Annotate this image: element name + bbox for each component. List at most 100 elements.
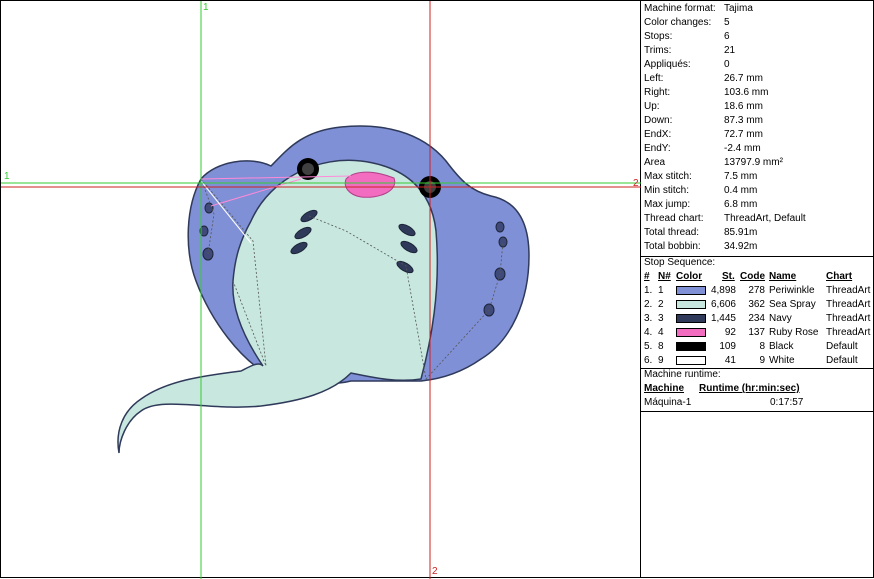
summary-label: Min stitch: (644, 185, 690, 196)
summary-label: Total thread: (644, 227, 700, 238)
divider (641, 411, 874, 412)
summary-label: Max jump: (644, 199, 691, 210)
stop-index: 2. (644, 299, 653, 310)
stingray-belly (117, 159, 439, 454)
stop-stitches: 41 (724, 355, 736, 366)
summary-label: Area (644, 157, 666, 168)
horizontal-guide-1-label: 1 (4, 171, 10, 182)
summary-value: 34.92m (724, 241, 758, 252)
summary-value: Tajima (724, 3, 753, 14)
summary-value: 85.91m (724, 227, 758, 238)
design-info-panel: Machine format: Tajima Color changes: 5 Stop… (641, 0, 874, 578)
stop-chart: ThreadArt (826, 327, 871, 338)
summary-label: EndX: (644, 129, 672, 140)
design-canvas[interactable]: 1 1 2 2 (0, 0, 642, 579)
design-preview (1, 1, 642, 579)
color-swatch (676, 286, 706, 295)
stop-stitches: 6,606 (710, 299, 736, 310)
stop-needle: 9 (658, 355, 664, 366)
runtime-value: 0:17:57 (770, 397, 804, 408)
summary-value: 7.5 mm (724, 171, 758, 182)
header-chart: Chart (826, 271, 853, 282)
stop-code: 362 (748, 299, 765, 310)
summary-label: Total bobbin: (644, 241, 701, 252)
summary-value: 0.4 mm (724, 185, 758, 196)
color-swatch (676, 342, 706, 351)
header-color: Color (676, 271, 703, 282)
header-machine: Machine (644, 383, 685, 394)
stop-row[interactable]: 2. 2 6,606 362 Sea Spray ThreadArt (644, 298, 872, 312)
summary-value: 18.6 mm (724, 101, 763, 112)
summary-label: Up: (644, 101, 660, 112)
header-runtime: Runtime (hr:min:sec) (699, 383, 800, 394)
summary-value: 87.3 mm (724, 115, 763, 126)
stop-row[interactable]: 1. 1 4,898 278 Periwinkle ThreadArt (644, 284, 872, 298)
summary-value: 5 (724, 17, 730, 28)
stop-code: 278 (748, 285, 765, 296)
summary-label: Left: (644, 73, 664, 84)
stop-code: 8 (759, 341, 765, 352)
stop-sequence-title: Stop Sequence: (644, 257, 716, 268)
stop-thread-name: Ruby Rose (769, 327, 819, 338)
stop-index: 4. (644, 327, 653, 338)
stop-needle: 3 (658, 313, 664, 324)
stop-sequence-header: # N# Color St. Code Name Chart (644, 270, 872, 284)
stop-stitches: 109 (719, 341, 736, 352)
header-name: Name (769, 271, 797, 282)
stop-code: 9 (759, 355, 765, 366)
header-needle: N# (658, 271, 671, 282)
color-swatch (676, 314, 706, 323)
summary-label: Color changes: (644, 17, 712, 28)
summary-label: Trims: (644, 45, 672, 56)
summary-label: Down: (644, 115, 673, 126)
stop-thread-name: Periwinkle (769, 285, 815, 296)
stop-row[interactable]: 6. 9 41 9 White Default (644, 354, 872, 368)
summary-value: 21 (724, 45, 736, 56)
stop-index: 3. (644, 313, 653, 324)
stop-needle: 8 (658, 341, 664, 352)
stop-row[interactable]: 5. 8 109 8 Black Default (644, 340, 872, 354)
stop-needle: 2 (658, 299, 664, 310)
summary-value: 72.7 mm (724, 129, 763, 140)
runtime-header: Machine Runtime (hr:min:sec) (644, 382, 872, 396)
stop-thread-name: Navy (769, 313, 792, 324)
stop-needle: 1 (658, 285, 664, 296)
color-swatch (676, 328, 706, 337)
summary-label: Thread chart: (644, 213, 704, 224)
summary-label: Right: (644, 87, 671, 98)
summary-label: Stops: (644, 31, 673, 42)
runtime-title: Machine runtime: (644, 369, 721, 380)
stop-stitches: 4,898 (710, 285, 736, 296)
stop-stitches: 1,445 (710, 313, 736, 324)
stop-code: 234 (748, 313, 765, 324)
summary-value: 0 (724, 59, 730, 70)
summary-value: 13797.9 mm² (724, 157, 783, 168)
stop-chart: Default (826, 355, 858, 366)
stop-index: 6. (644, 355, 653, 366)
runtime-row: Máquina-1 0:17:57 (644, 396, 872, 410)
color-swatch (676, 356, 706, 365)
stop-stitches: 92 (724, 327, 736, 338)
stop-thread-name: Black (769, 341, 794, 352)
stop-thread-name: Sea Spray (769, 299, 816, 310)
color-swatch (676, 300, 706, 309)
summary-label: Machine format: (644, 3, 716, 14)
stop-row[interactable]: 3. 3 1,445 234 Navy ThreadArt (644, 312, 872, 326)
header-index: # (644, 271, 650, 282)
summary-value: 6.8 mm (724, 199, 758, 210)
header-stitches: St. (722, 271, 735, 282)
stop-needle: 4 (658, 327, 664, 338)
stop-row[interactable]: 4. 4 92 137 Ruby Rose ThreadArt (644, 326, 872, 340)
stop-chart: ThreadArt (826, 299, 871, 310)
runtime-machine: Máquina-1 (644, 397, 692, 408)
stop-chart: ThreadArt (826, 285, 871, 296)
vertical-guide-2-label: 2 (432, 566, 438, 577)
stop-chart: Default (826, 341, 858, 352)
stop-chart: ThreadArt (826, 313, 871, 324)
stop-index: 5. (644, 341, 653, 352)
summary-value: 103.6 mm (724, 87, 769, 98)
summary-label: EndY: (644, 143, 671, 154)
stop-code: 137 (748, 327, 765, 338)
vertical-guide-1-label: 1 (203, 2, 209, 13)
horizontal-guide-2-label: 2 (633, 178, 639, 189)
